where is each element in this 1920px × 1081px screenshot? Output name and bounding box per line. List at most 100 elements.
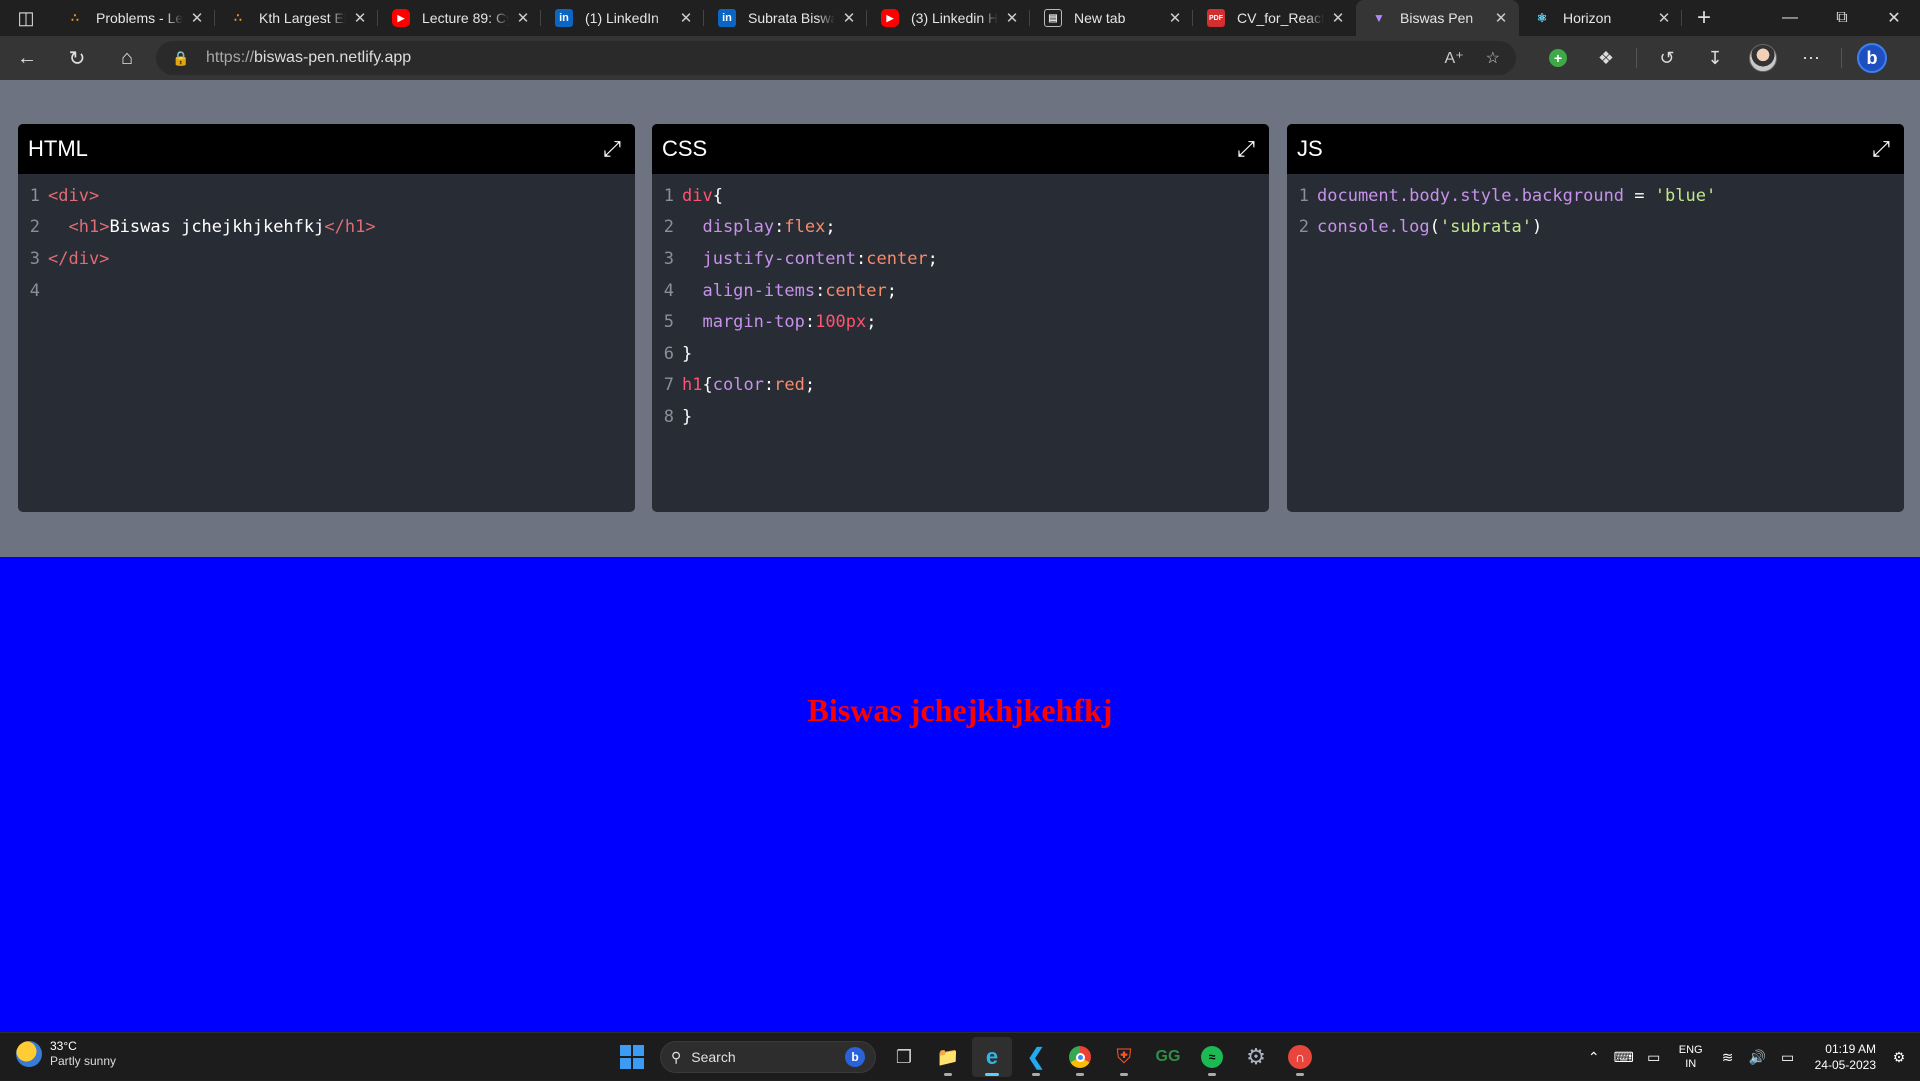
tab-5[interactable]: in Subrata Biswas ✕: [704, 0, 867, 36]
more-options-icon[interactable]: ⋯: [1787, 40, 1835, 76]
tab-close-icon[interactable]: ✕: [1167, 9, 1183, 27]
close-window-icon[interactable]: ✕: [1868, 0, 1920, 36]
clock[interactable]: 01:19 AM 24-05-2023: [1815, 1041, 1876, 1073]
chrome-icon[interactable]: [1060, 1037, 1100, 1077]
code-token: :: [856, 248, 867, 269]
wifi-icon[interactable]: ≋: [1715, 1049, 1741, 1066]
html-code-editor[interactable]: 1 <div> 2 <h1>Biswas jchejkhjkehfkj</h1> 3 <…: [18, 174, 635, 306]
react-icon: ⚛: [1536, 11, 1548, 25]
code-token: }: [682, 406, 693, 427]
battery-icon[interactable]: ▭: [1775, 1049, 1801, 1066]
tab-close-icon[interactable]: ✕: [1656, 9, 1672, 27]
favorite-star-icon[interactable]: ☆: [1486, 48, 1500, 68]
tab-close-icon[interactable]: ✕: [1330, 9, 1346, 27]
code-token: :: [815, 280, 826, 301]
settings-gear-icon[interactable]: ⚙: [1236, 1037, 1276, 1077]
back-arrow-icon[interactable]: ←: [4, 40, 50, 76]
code-token: </h1>: [324, 217, 376, 238]
vscode-icon[interactable]: ❮: [1016, 1037, 1056, 1077]
code-token: Biswas jchejkhjkehfkj: [109, 217, 325, 238]
read-aloud-icon[interactable]: A⁺: [1445, 48, 1464, 68]
web-page: HTML ⤢ 1 <div> 2 <h1>Biswas jchejkhjkehfkj…: [0, 80, 1920, 1032]
chevron-up-icon[interactable]: ⌃: [1581, 1049, 1607, 1066]
collapse-arrows-icon[interactable]: ⤢: [599, 136, 625, 162]
system-tray: ⌃ ⌨ ▭ ENG IN ≋ 🔊 ▭ 01:19 AM 24-05-2023 ⚙: [1579, 1033, 1920, 1081]
code-token: </div>: [48, 248, 110, 269]
tab-close-icon[interactable]: ✕: [841, 9, 857, 27]
code-token: ;: [886, 280, 897, 301]
tab-label: Kth Largest Ele: [259, 10, 346, 26]
minimize-icon[interactable]: —: [1764, 0, 1816, 36]
tab-close-icon[interactable]: ✕: [1004, 9, 1020, 27]
geeksforgeeks-icon[interactable]: GG: [1148, 1037, 1188, 1077]
youtube-icon: ▶: [881, 9, 899, 27]
start-windows-icon[interactable]: [612, 1037, 652, 1077]
tab-4[interactable]: in (1) LinkedIn ✕: [541, 0, 704, 36]
spotify-icon[interactable]: ≈: [1192, 1037, 1232, 1077]
brave-browser-icon[interactable]: ⛨: [1104, 1037, 1144, 1077]
line-number: 1: [663, 185, 674, 206]
lock-icon[interactable]: 🔒: [172, 50, 192, 67]
tab-close-icon[interactable]: ✕: [678, 9, 694, 27]
css-code-editor[interactable]: 1 div{2 display:flex; 3 justify-content:ce…: [652, 174, 1269, 433]
file-explorer-icon[interactable]: 📁: [928, 1037, 968, 1077]
tab-7[interactable]: ▤ New tab ✕: [1030, 0, 1193, 36]
new-tab-button[interactable]: +: [1686, 0, 1722, 36]
tab-close-icon[interactable]: ✕: [352, 9, 368, 27]
code-token: red: [774, 375, 805, 396]
refresh-icon[interactable]: ↻: [54, 40, 100, 76]
tab-label: Problems - Lee: [96, 10, 183, 26]
code-line: 1 document.body.style.background = 'blue': [1287, 180, 1904, 212]
taskbar-search[interactable]: ⚲ Search b: [660, 1041, 876, 1073]
line-number: 4: [663, 280, 674, 301]
volume-icon[interactable]: 🔊: [1745, 1049, 1771, 1066]
tab-8[interactable]: PDF CV_for_React.p ✕: [1193, 0, 1356, 36]
keyboard-icon[interactable]: ⌨: [1611, 1049, 1637, 1066]
history-icon[interactable]: ↺: [1643, 40, 1691, 76]
address-bar[interactable]: 🔒 https:// biswas-pen.netlify.app A⁺ ☆: [156, 41, 1516, 75]
tab-close-icon[interactable]: ✕: [1493, 9, 1509, 27]
tab-actions-icon[interactable]: ◫: [0, 0, 52, 36]
bing-copilot-icon[interactable]: b: [1848, 40, 1896, 76]
downloads-icon[interactable]: ↧: [1691, 40, 1739, 76]
code-token: ;: [804, 375, 816, 396]
code-line: 7 h1{color:red;: [652, 370, 1269, 402]
language-indicator[interactable]: ENG IN: [1679, 1043, 1703, 1071]
tab-strip: ∴ Problems - Lee ✕ ∴ Kth Largest Ele ✕ ▶ Lectur…: [52, 0, 1682, 36]
search-icon: ⚲: [671, 1048, 682, 1065]
app-red-circle-icon[interactable]: ∩: [1280, 1037, 1320, 1077]
extension-green-icon[interactable]: +: [1534, 40, 1582, 76]
tab-1[interactable]: ∴ Problems - Lee ✕: [52, 0, 215, 36]
display-icon[interactable]: ▭: [1641, 1049, 1667, 1066]
tab-9[interactable]: ▼ Biswas Pen ✕: [1356, 0, 1519, 36]
tab-2[interactable]: ∴ Kth Largest Ele ✕: [215, 0, 378, 36]
tab-6[interactable]: ▶ (3) Linkedin Ha ✕: [867, 0, 1030, 36]
notification-icon[interactable]: ⚙: [1886, 1049, 1912, 1066]
code-text: h1{color:red;: [682, 375, 815, 395]
code-token: =: [1624, 185, 1655, 206]
code-token: :: [804, 312, 816, 333]
home-icon[interactable]: ⌂: [104, 40, 150, 76]
weather-widget[interactable]: 33°C Partly sunny: [16, 1039, 116, 1069]
extensions-puzzle-icon[interactable]: ❖: [1582, 40, 1630, 76]
tab-10[interactable]: ⚛ Horizon ✕: [1519, 0, 1682, 36]
code-token: align-items: [682, 280, 816, 301]
collapse-arrows-icon[interactable]: ⤢: [1233, 136, 1259, 162]
edge-browser-icon[interactable]: e: [972, 1037, 1012, 1077]
restore-icon[interactable]: ⧉: [1816, 0, 1868, 36]
profile-avatar[interactable]: [1739, 40, 1787, 76]
js-code-editor[interactable]: 1 document.body.style.background = 'blue'…: [1287, 174, 1904, 243]
clock-date: 24-05-2023: [1814, 1058, 1876, 1072]
html-editor-title: HTML: [28, 136, 88, 161]
youtube-icon: ▶: [392, 9, 410, 27]
code-token: center: [866, 248, 928, 269]
tab-close-icon[interactable]: ✕: [189, 9, 205, 27]
tab-3[interactable]: ▶ Lecture 89: Cyc ✕: [378, 0, 541, 36]
html-editor-header: HTML ⤢: [18, 124, 635, 174]
collapse-arrows-icon[interactable]: ⤢: [1868, 136, 1894, 162]
tab-close-icon[interactable]: ✕: [515, 9, 531, 27]
line-number: 5: [663, 312, 674, 333]
browser-tab-bar: ◫ ∴ Problems - Lee ✕ ∴ Kth Largest Ele ✕ ▶ Lect…: [0, 0, 1920, 36]
task-view-icon[interactable]: ❐: [884, 1037, 924, 1077]
